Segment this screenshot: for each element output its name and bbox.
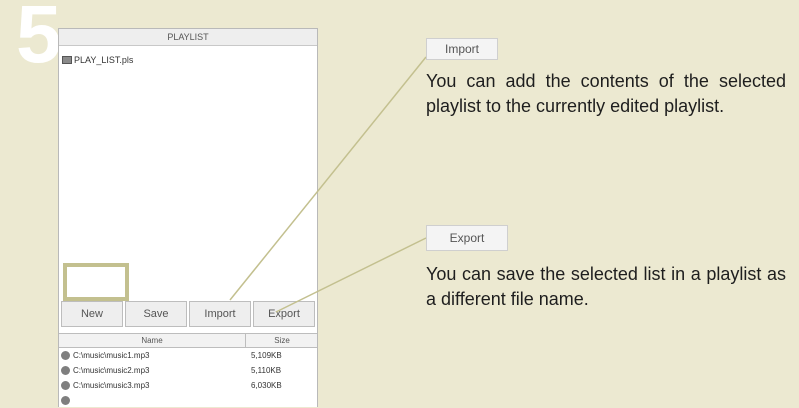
import-callout-line xyxy=(229,56,427,301)
export-callout-button: Export xyxy=(426,225,508,251)
callout-lines xyxy=(229,56,427,313)
import-callout-button: Import xyxy=(426,38,498,60)
import-description: You can add the contents of the selected… xyxy=(426,71,786,116)
export-description: You can save the selected list in a play… xyxy=(426,264,786,309)
export-callout-line xyxy=(275,237,427,313)
